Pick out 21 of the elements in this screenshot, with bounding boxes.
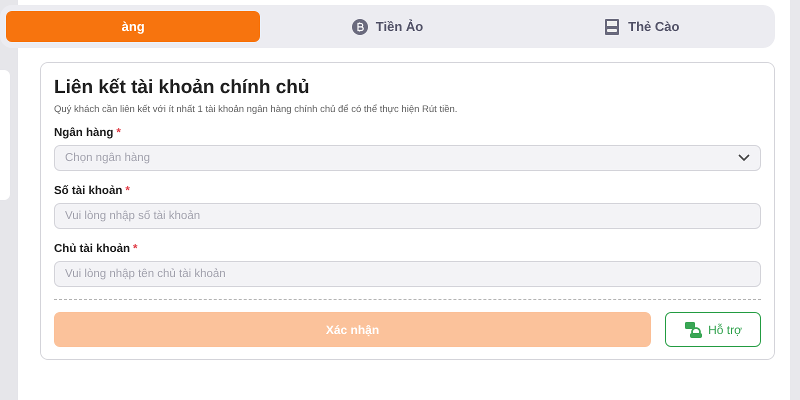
chevron-down-icon — [738, 154, 750, 162]
bank-select[interactable]: Chọn ngân hàng — [54, 145, 761, 171]
field-label: Chủ tài khoản — [54, 243, 130, 255]
field-label: Số tài khoản — [54, 185, 122, 197]
support-button[interactable]: Hỗ trợ — [665, 312, 761, 347]
side-tab[interactable] — [0, 70, 10, 200]
support-chat-icon — [684, 320, 702, 338]
input-field[interactable]: Vui lòng nhập số tài khoản — [54, 203, 761, 229]
tab[interactable]: Tiền Ảo — [260, 11, 515, 42]
card-icon — [604, 18, 620, 36]
form-description: Quý khách cần liên kết với ít nhất 1 tài khoản ngân hàng chính chủ để có thể thực hiện Rút tiền. — [54, 104, 458, 115]
tab[interactable]: àng — [6, 11, 260, 42]
required-mark: * — [125, 185, 130, 197]
required-mark: * — [116, 127, 121, 139]
form-title: Liên kết tài khoản chính chủ — [54, 77, 310, 99]
required-mark: * — [133, 243, 138, 255]
bitcoin-icon — [352, 18, 368, 34]
field-label: Ngân hàng — [54, 127, 114, 139]
select-placeholder: Chọn ngân hàng — [65, 152, 150, 164]
input-field[interactable]: Vui lòng nhập tên chủ tài khoản — [54, 261, 761, 287]
tab[interactable]: Thẻ Cào — [514, 11, 769, 42]
